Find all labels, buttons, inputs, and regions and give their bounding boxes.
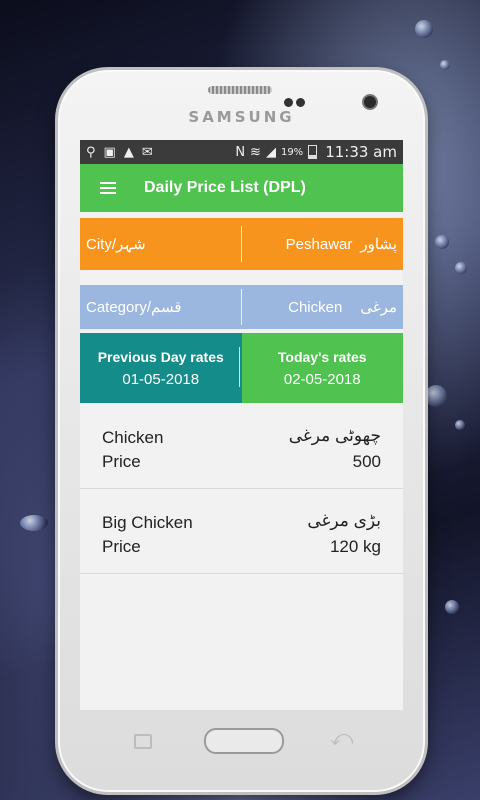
city-label: City/شہر	[86, 236, 146, 253]
item-price-label: Price	[102, 452, 141, 471]
water-droplet	[425, 385, 447, 407]
todays-rates-label: Today's rates	[277, 348, 367, 365]
battery-icon	[308, 145, 318, 159]
rates-tabs: Previous Day rates 01-05-2018 Today's ra…	[80, 333, 403, 403]
item-price: 120 kg	[329, 537, 381, 556]
speaker-grille	[208, 86, 272, 94]
city-selector[interactable]: City/شہر Peshawar پشاور	[80, 218, 403, 270]
water-droplet	[415, 20, 433, 38]
item-name: Chicken	[102, 428, 164, 447]
category-name-urdu: مرغی	[360, 299, 397, 316]
hardware-nav-bar: ⤺	[58, 726, 425, 766]
item-price-label: Price	[102, 537, 141, 556]
back-icon[interactable]: ⤺	[330, 726, 354, 751]
divider	[239, 347, 240, 387]
category-name: Chicken	[288, 298, 343, 316]
recent-apps-icon[interactable]	[134, 734, 152, 749]
todays-rates-date: 02-05-2018	[283, 370, 361, 388]
price-list: Chicken Price چھوٹی مرغی 500 Big Chicken…	[80, 404, 403, 574]
previous-rates-label: Previous Day rates	[97, 348, 224, 365]
water-droplet	[435, 235, 449, 249]
location-icon: ⚲	[86, 144, 96, 160]
category-label: Category/قسم	[86, 299, 182, 316]
front-camera	[364, 96, 376, 108]
item-price: 500	[352, 452, 381, 471]
status-time: 11:33 am	[325, 143, 397, 161]
water-droplet	[455, 262, 467, 274]
category-value[interactable]: Chicken مرغی	[242, 298, 403, 317]
water-droplet	[20, 515, 48, 531]
water-droplet	[440, 60, 450, 70]
app-title: Daily Price List (DPL)	[144, 179, 306, 196]
previous-day-rates-tab[interactable]: Previous Day rates 01-05-2018	[80, 333, 242, 403]
warning-icon: ▲	[123, 144, 134, 160]
category-selector[interactable]: Category/قسم Chicken مرغی	[80, 285, 403, 329]
city-name: Peshawar	[285, 235, 353, 253]
hamburger-menu-icon[interactable]	[80, 179, 136, 197]
nfc-icon: N	[235, 144, 246, 160]
image-icon: ▣	[103, 144, 116, 160]
status-bar: ⚲ ▣ ▲ ✉ N ≋ ◢ 19% 11:33 am	[80, 140, 403, 164]
city-name-urdu: پشاور	[360, 236, 397, 253]
signal-icon: ◢	[265, 144, 276, 160]
city-value[interactable]: Peshawar پشاور	[242, 235, 403, 254]
phone-brand-logo: SAMSUNG	[188, 108, 295, 126]
battery-percent: 19%	[280, 146, 304, 158]
home-button[interactable]	[204, 728, 284, 754]
list-item[interactable]: Chicken Price چھوٹی مرغی 500	[80, 404, 403, 489]
list-item[interactable]: Big Chicken Price بڑی مرغی 120 kg	[80, 489, 403, 574]
mail-icon: ✉	[141, 144, 153, 160]
app-toolbar: Daily Price List (DPL)	[80, 164, 403, 212]
previous-rates-date: 01-05-2018	[122, 370, 200, 388]
item-name-urdu: بڑی مرغی	[307, 511, 381, 530]
item-name-urdu: چھوٹی مرغی	[288, 426, 381, 445]
wifi-icon: ≋	[250, 144, 261, 160]
item-name: Big Chicken	[102, 513, 193, 532]
todays-rates-tab[interactable]: Today's rates 02-05-2018	[241, 333, 403, 403]
water-droplet	[455, 420, 465, 430]
app-screen: ⚲ ▣ ▲ ✉ N ≋ ◢ 19% 11:33 am Daily Price L…	[80, 140, 403, 710]
water-droplet	[445, 600, 459, 614]
